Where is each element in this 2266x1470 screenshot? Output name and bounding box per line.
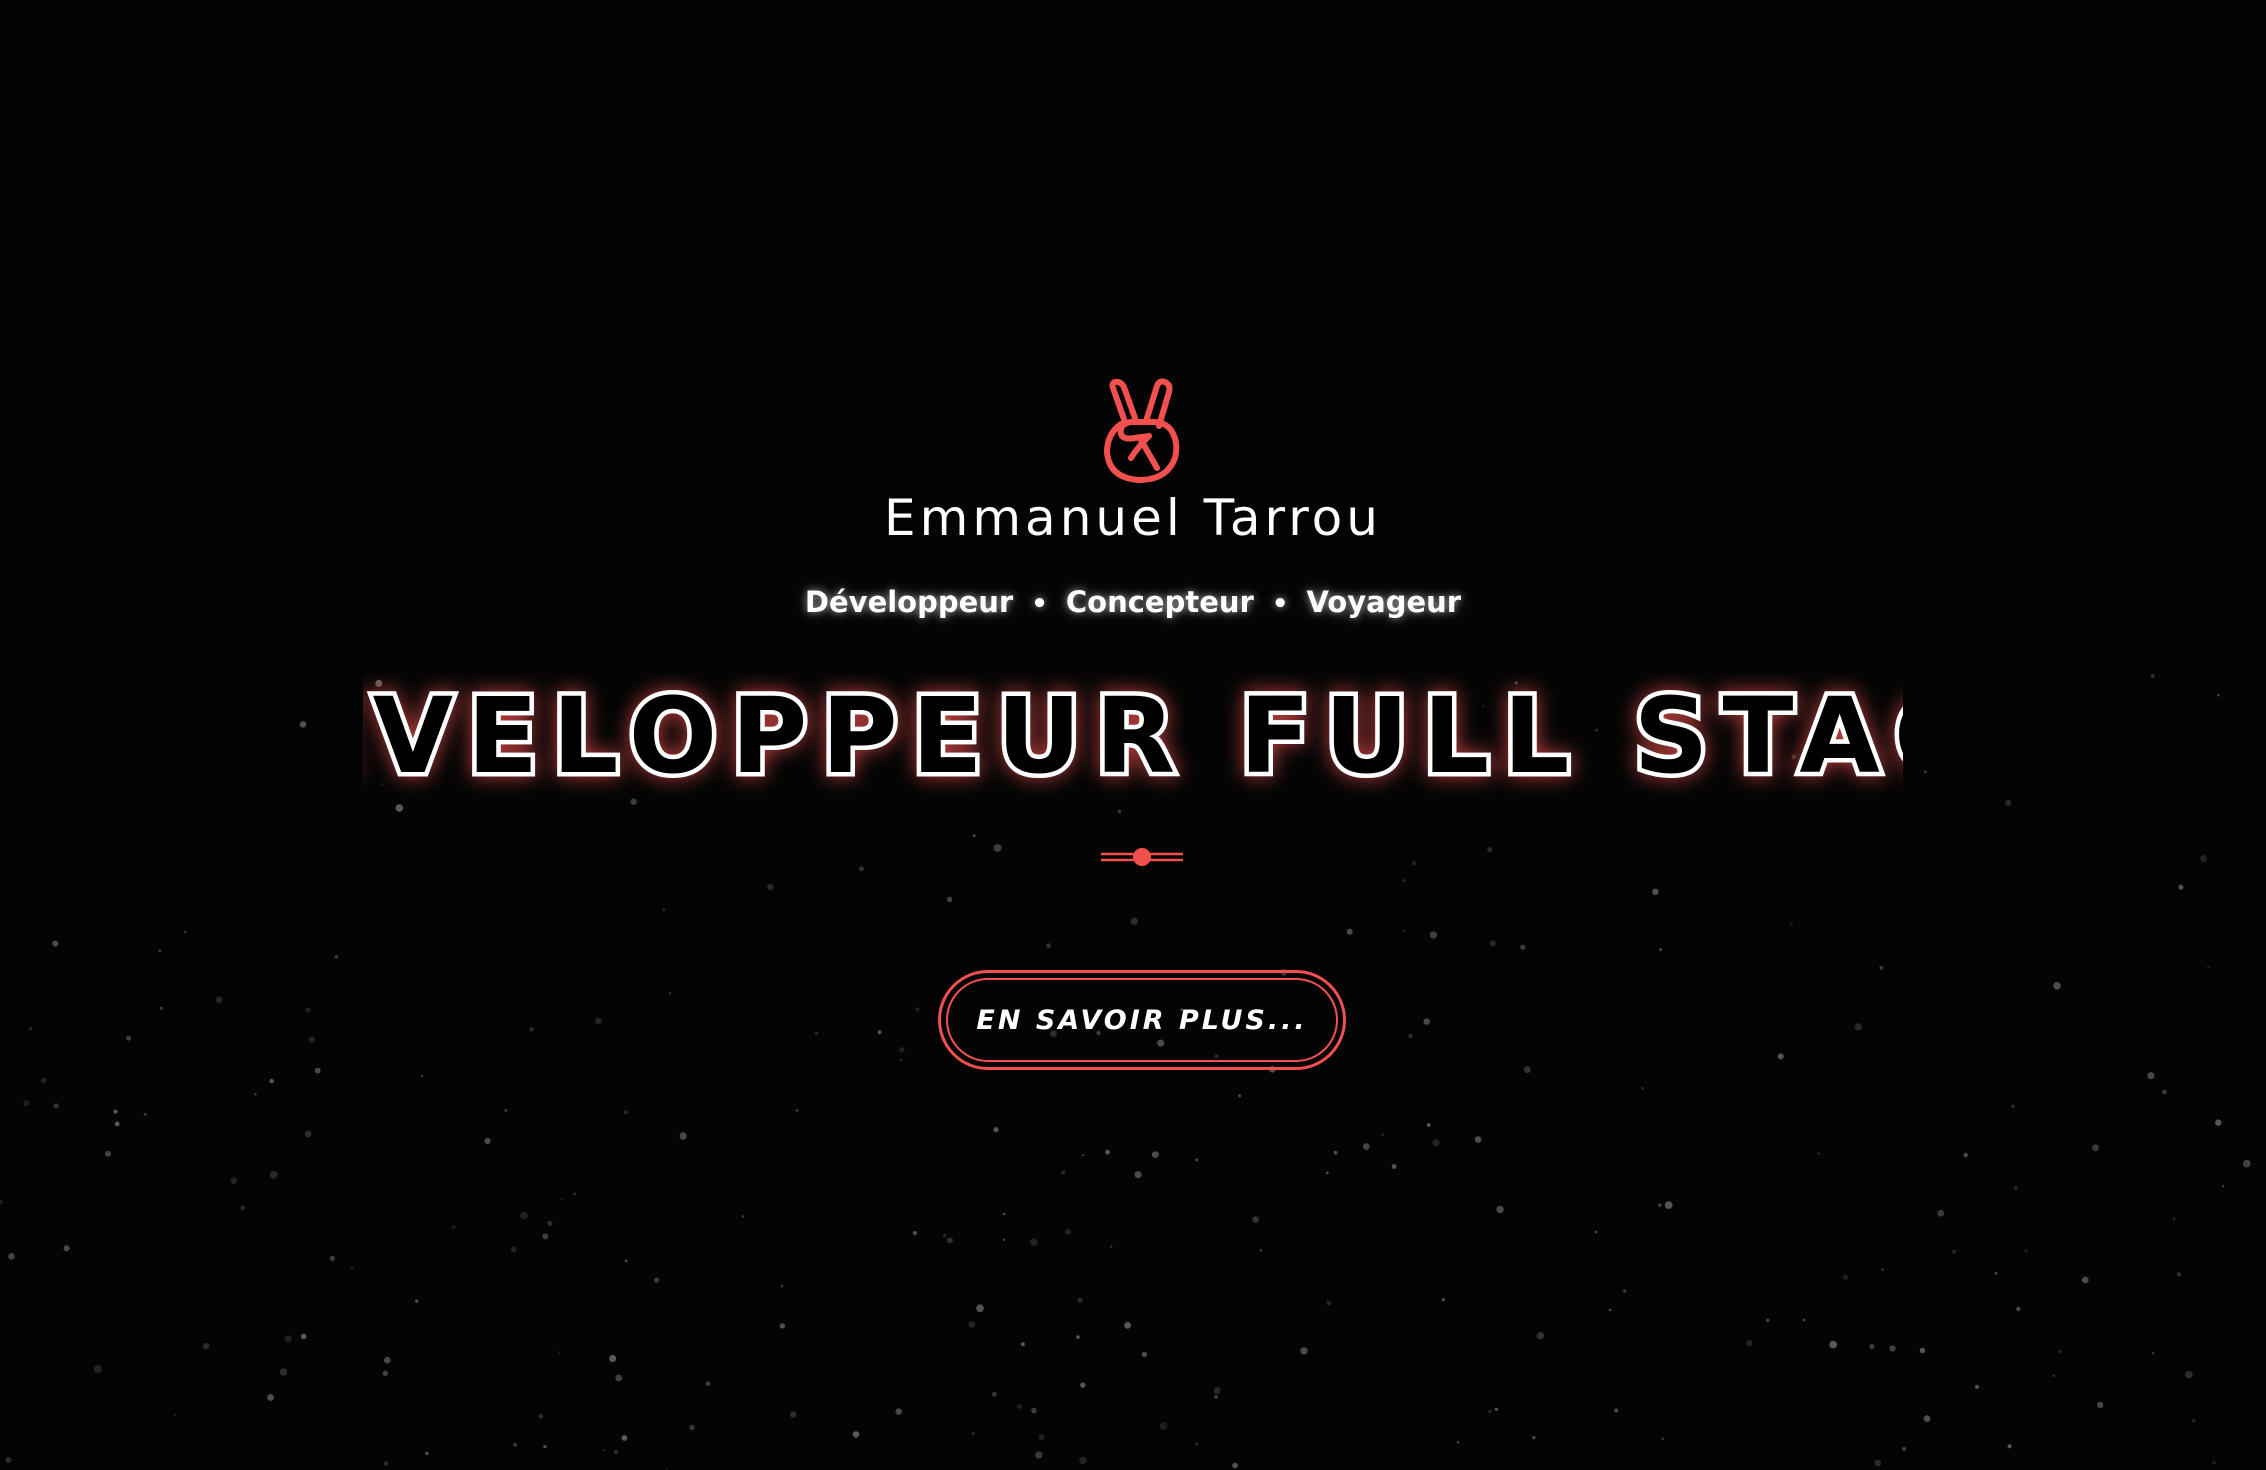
- role-separator: •: [1031, 589, 1048, 619]
- dot-line-divider-icon: [1101, 848, 1183, 866]
- role-traveler: Voyageur: [1306, 585, 1462, 619]
- role-separator: •: [1271, 589, 1289, 619]
- hero-section: Emmanuel Tarrou Développeur • Concepteur • V…: [0, 0, 2266, 1470]
- roles-line: Développeur • Concepteur • Voyageur: [0, 582, 2266, 624]
- headline-text-inner: DÉVELOPPEUR FULL STACK: [363, 675, 1903, 797]
- peace-hand-icon: [1104, 378, 1180, 483]
- site-name: Emmanuel Tarrou: [884, 489, 1382, 547]
- headline-graphic: DÉVELOPPEUR FULL STACK DÉVELOPPEUR FULL …: [363, 672, 1903, 802]
- learn-more-label: EN SAVOIR PLUS...: [976, 1005, 1308, 1036]
- role-designer: Concepteur: [1065, 585, 1254, 619]
- headline: DÉVELOPPEUR FULL STACK DÉVELOPPEUR FULL …: [0, 672, 2266, 802]
- learn-more-button[interactable]: EN SAVOIR PLUS...: [938, 970, 1346, 1070]
- role-developer: Développeur: [804, 585, 1014, 619]
